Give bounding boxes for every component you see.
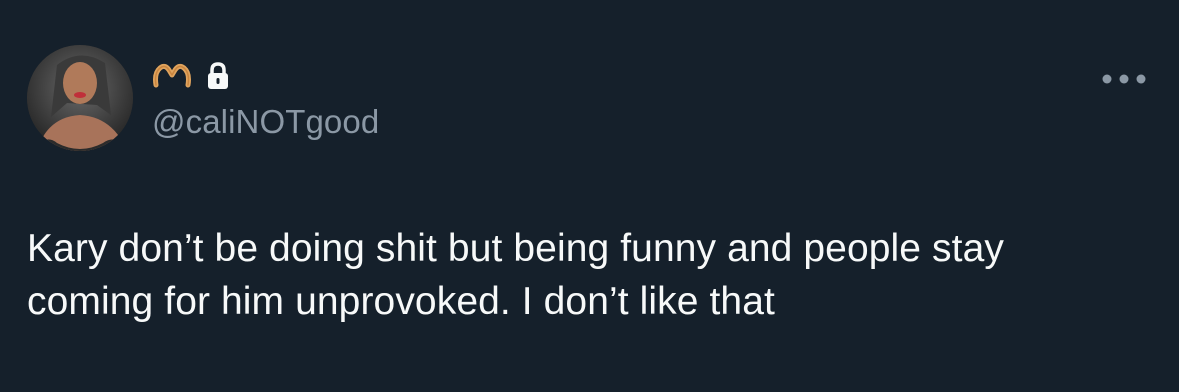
more-options-button[interactable] (1098, 64, 1150, 94)
tweet-text: Kary don’t be doing shit but being funny… (27, 227, 1004, 323)
more-dots-icon (1101, 73, 1147, 85)
author-name-row (152, 58, 230, 94)
lock-icon (206, 62, 230, 90)
tweet-card: @caliNOTgood Kary don’t be doing shit bu… (0, 0, 1179, 392)
author-handle[interactable]: @caliNOTgood (152, 102, 379, 142)
avatar[interactable] (27, 45, 133, 151)
heart-hands-icon (152, 61, 192, 91)
avatar-image (27, 45, 133, 151)
